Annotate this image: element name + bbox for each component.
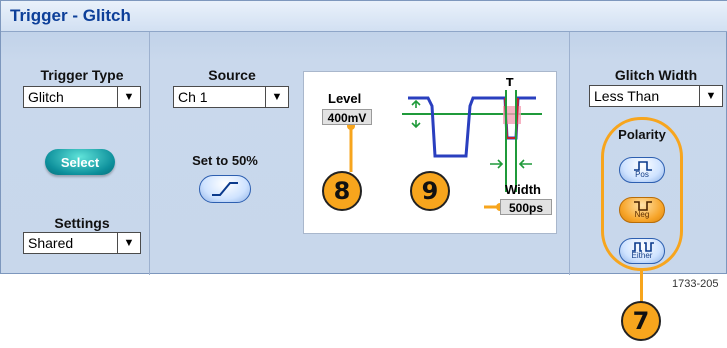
callout-9: 9 (410, 171, 450, 211)
trigger-type-label: Trigger Type (40, 67, 124, 83)
source-label: Source (208, 67, 256, 83)
chevron-down-icon: ▼ (117, 233, 140, 253)
trigger-type-dropdown[interactable]: Glitch ▼ (23, 86, 141, 108)
level-value: 400mV (322, 109, 372, 125)
select-button[interactable]: Select (45, 149, 115, 175)
figure-id: 1733-205 (672, 278, 719, 290)
width-value: 500ps (500, 199, 552, 215)
chevron-down-icon: ▼ (117, 87, 140, 107)
glitch-width-dropdown[interactable]: Less Than ▼ (589, 85, 723, 107)
settings-dropdown[interactable]: Shared ▼ (23, 232, 141, 254)
column-divider (569, 32, 570, 275)
glitch-width-label: Glitch Width (614, 67, 698, 83)
callout-7: 7 (621, 301, 661, 341)
rising-edge-icon (212, 182, 238, 196)
column-divider (149, 32, 150, 275)
source-value: Ch 1 (178, 89, 208, 105)
callout-7-connector (640, 268, 643, 304)
polarity-pos-button[interactable]: Pos (619, 157, 665, 183)
set-50-button[interactable] (199, 175, 251, 203)
title-bar: Trigger - Glitch (1, 1, 727, 32)
settings-label: Settings (54, 215, 110, 231)
width-label: Width (505, 182, 541, 197)
callout-8: 8 (322, 171, 362, 211)
polarity-either-label: Either (631, 251, 653, 260)
polarity-label: Polarity (618, 127, 666, 142)
chevron-down-icon: ▼ (265, 87, 288, 107)
panel-title: Trigger - Glitch (10, 6, 131, 25)
trigger-glitch-panel: Trigger - Glitch Trigger Type Glitch ▼ S… (0, 0, 727, 275)
glitch-width-value: Less Than (594, 88, 660, 104)
set-50-label: Set to 50% (192, 153, 258, 168)
settings-value: Shared (28, 235, 74, 251)
polarity-neg-label: Neg (634, 210, 650, 219)
trigger-type-value: Glitch (28, 89, 64, 105)
level-label: Level (328, 91, 362, 106)
chevron-down-icon: ▼ (699, 86, 722, 106)
polarity-neg-button[interactable]: Neg (619, 197, 665, 223)
polarity-either-button[interactable]: Either (619, 238, 665, 264)
trigger-marker: T (506, 76, 514, 89)
source-dropdown[interactable]: Ch 1 ▼ (173, 86, 289, 108)
polarity-pos-label: Pos (635, 170, 649, 179)
